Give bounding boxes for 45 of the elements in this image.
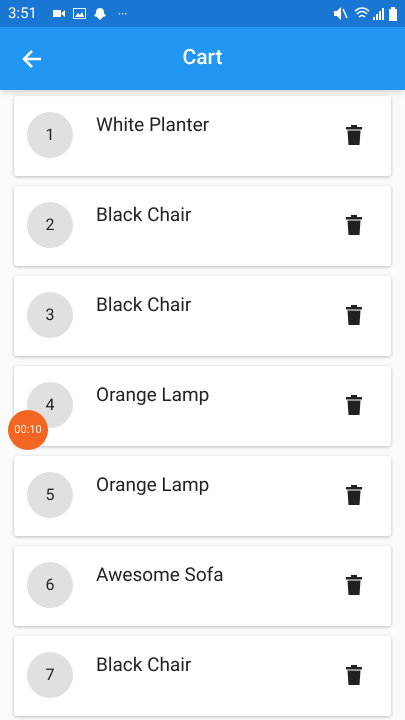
image-icon [72, 8, 86, 19]
item-number: 2 [27, 202, 73, 248]
back-arrow-icon [22, 50, 42, 68]
trash-icon [346, 305, 362, 325]
delete-button[interactable] [345, 214, 363, 236]
delete-button[interactable] [345, 124, 363, 146]
cart-item-card[interactable]: 3 Black Chair [14, 276, 391, 356]
item-number: 3 [27, 292, 73, 338]
timer-badge: 00:10 [8, 410, 48, 450]
battery-icon [389, 6, 397, 20]
trash-icon [346, 665, 362, 685]
item-number: 1 [27, 112, 73, 158]
delete-button[interactable] [345, 574, 363, 596]
more-notifications: ··· [118, 6, 128, 22]
delete-button[interactable] [345, 664, 363, 686]
screen-title: Cart [182, 44, 222, 72]
delete-button[interactable] [345, 484, 363, 506]
cart-item-card[interactable]: 7 Black Chair [14, 636, 391, 716]
ghost-icon [94, 8, 106, 20]
item-name: Black Chair [96, 292, 192, 318]
delete-button[interactable] [345, 394, 363, 416]
item-name: Black Chair [96, 652, 192, 678]
wifi-icon [354, 7, 370, 20]
trash-icon [346, 575, 362, 595]
item-name: Awesome Sofa [96, 562, 225, 588]
video-icon [52, 9, 65, 18]
mute-icon [334, 7, 348, 20]
item-name: White Planter [96, 112, 210, 138]
item-number: 6 [27, 562, 73, 608]
item-name: Orange Lamp [96, 382, 210, 408]
trash-icon [346, 215, 362, 235]
trash-icon [346, 125, 362, 145]
cart-item-card[interactable]: 2 Black Chair [14, 186, 391, 266]
item-name: Black Chair [96, 202, 192, 228]
status-time: 3:51 [8, 3, 37, 24]
item-name: Orange Lamp [96, 472, 210, 498]
trash-icon [346, 485, 362, 505]
cart-item-card[interactable]: 6 Awesome Sofa [14, 546, 391, 626]
item-number: 5 [27, 472, 73, 518]
item-number: 7 [27, 652, 73, 698]
trash-icon [346, 395, 362, 415]
delete-button[interactable] [345, 304, 363, 326]
signal-icon [373, 8, 385, 20]
cart-item-card[interactable]: 5 Orange Lamp [14, 456, 391, 536]
cart-item-card[interactable]: 1 White Planter [14, 96, 391, 176]
